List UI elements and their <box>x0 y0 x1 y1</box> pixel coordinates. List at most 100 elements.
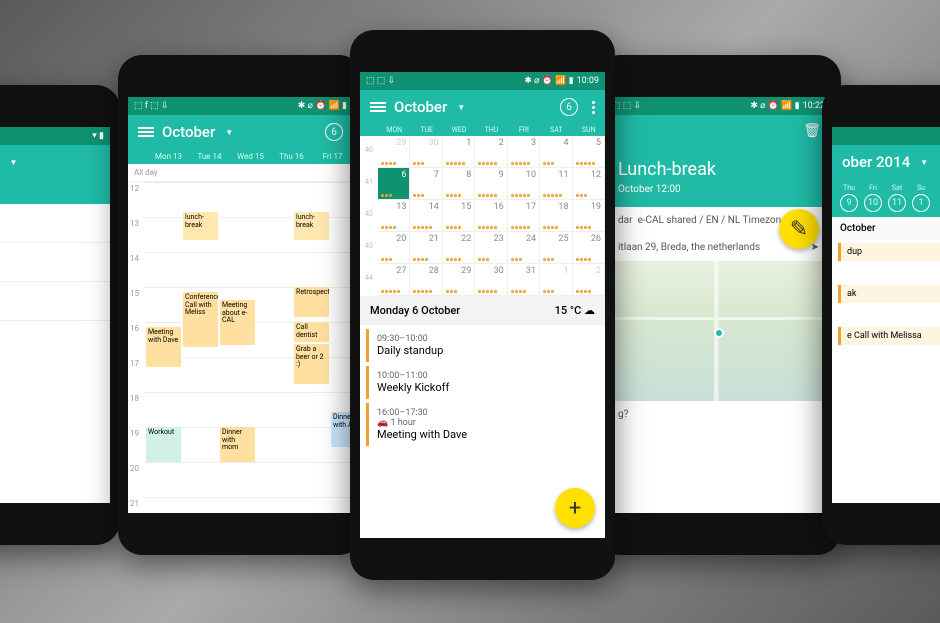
fab-edit[interactable]: ✎ <box>779 209 819 249</box>
agenda-slot[interactable]: e Call with Melissa <box>838 327 940 345</box>
calendar-day[interactable]: 9 <box>475 168 507 200</box>
calendar-day[interactable]: 21 <box>410 232 442 264</box>
calendar-event[interactable]: Grab a beer or 2 :) <box>294 344 329 384</box>
calendar-day[interactable]: 30 <box>410 136 442 168</box>
status-bar: ▮ <box>832 127 940 145</box>
chevron-down-icon[interactable]: ▼ <box>9 158 17 167</box>
question-row: g? <box>606 401 831 428</box>
agenda-item[interactable]: 10:00–11:00Weekly Kickoff <box>366 366 599 399</box>
calendar-day[interactable]: 10 <box>508 168 540 200</box>
agenda-item[interactable]: 09:30–10:00Daily standup <box>366 329 599 362</box>
calendar-day[interactable]: 25 <box>540 232 572 264</box>
status-bar: ▢ ▢▾ ▮ <box>0 127 110 145</box>
status-bar: ⬚ f ⬚ ⇩✱ ⌀ ⏰ 📶 ▮ <box>128 97 353 115</box>
calendar-day[interactable]: 12 <box>573 168 605 200</box>
chevron-down-icon[interactable]: ▼ <box>225 128 233 137</box>
agenda-slot[interactable]: ak <box>838 285 940 303</box>
event-title: Lunch-break <box>618 159 819 180</box>
calendar-day[interactable]: 28 <box>410 264 442 296</box>
calendar-day[interactable]: 27 <box>378 264 410 296</box>
calendar-day[interactable]: 11 <box>540 168 572 200</box>
agenda-item[interactable]: 16:00–17:30🚗 1 hourMeeting with Dave <box>366 403 599 446</box>
calendar-day[interactable]: 3 <box>508 136 540 168</box>
today-badge[interactable]: 6 <box>560 98 578 116</box>
app-bar: ober 2014 ▼ 6 <box>832 145 940 179</box>
tab-bar: ALL TODO <box>0 180 110 204</box>
calendar-event[interactable]: Dinner with mom <box>220 427 255 462</box>
calendar-day[interactable]: 8 <box>443 168 475 200</box>
agenda-date: Monday 6 October <box>370 304 460 317</box>
menu-icon[interactable] <box>138 127 154 137</box>
phone-todo: ▢ ▢▾ ▮ 2do at home ▼ ALL TODO Do the dis… <box>0 85 120 545</box>
calendar-day[interactable]: 29 <box>443 264 475 296</box>
todo-item[interactable]: Do the dishessvoosten@e-sites.nl <box>0 204 110 243</box>
calendar-day[interactable]: 14 <box>410 200 442 232</box>
todo-item[interactable]: Buy flowerssvoosten@e-sites.nl <box>0 282 110 321</box>
calendar-day[interactable]: 24 <box>508 232 540 264</box>
phone-agenda: ▮ ober 2014 ▼ 6 Thu9 Fri10 Sat11 Su1 Octobe… <box>822 85 940 545</box>
todo-item[interactable]: Clean the carsvoosten@e-sites.nl <box>0 243 110 282</box>
map-preview[interactable] <box>606 261 831 401</box>
app-bar: 2do at home ▼ <box>0 145 110 180</box>
calendar-day[interactable]: 23 <box>475 232 507 264</box>
calendar-day[interactable]: 4 <box>540 136 572 168</box>
app-bar: 🗑 <box>606 115 831 147</box>
weekday-header: MONTUEWEDTHUFRISATSUN <box>360 124 605 136</box>
calendar-day[interactable]: 7 <box>410 168 442 200</box>
status-bar: ⬚ ⬚ ⇩✱ ⌀ ⏰ 📶 ▮ 10:22 <box>606 97 831 115</box>
calendar-day[interactable]: 31 <box>508 264 540 296</box>
calendar-day[interactable]: 16 <box>475 200 507 232</box>
app-bar: October ▼ 6 <box>128 115 353 149</box>
month-title[interactable]: October <box>394 98 447 116</box>
calendar-event[interactable]: Conference Call with Meliss <box>183 292 218 347</box>
month-title[interactable]: ober 2014 <box>842 153 910 171</box>
calendar-day[interactable]: 2 <box>573 264 605 296</box>
calendar-day[interactable]: 2 <box>475 136 507 168</box>
calendar-day[interactable]: 15 <box>443 200 475 232</box>
calendar-event[interactable]: lunch-break <box>183 212 218 240</box>
calendar-event[interactable]: Meeting about e-CAL <box>220 300 255 345</box>
calendar-event[interactable]: Meeting with Dave <box>146 327 181 367</box>
calendar-day[interactable]: 29 <box>378 136 410 168</box>
fab-add[interactable]: + <box>555 488 595 528</box>
calendar-day[interactable]: 5 <box>573 136 605 168</box>
weekday-header: Mon 13Tue 14Wed 15Thu 16Fri 17 <box>128 149 353 164</box>
calendar-day[interactable]: 22 <box>443 232 475 264</box>
calendar-event[interactable]: Call dentist <box>294 322 329 342</box>
calendar-day[interactable]: 1 <box>540 264 572 296</box>
calendar-day[interactable]: 13 <box>378 200 410 232</box>
day-chip[interactable]: Thu9 <box>840 184 858 212</box>
calendar-event[interactable]: Retrospective <box>294 287 329 317</box>
map-pin-icon <box>714 328 724 338</box>
calendar-day[interactable]: 1 <box>443 136 475 168</box>
weather: 15 °C ☁ <box>555 304 595 317</box>
menu-icon[interactable] <box>370 102 386 112</box>
month-title[interactable]: October <box>162 123 215 141</box>
section-header: October <box>832 217 940 240</box>
calendar-day[interactable]: 20 <box>378 232 410 264</box>
event-header: Lunch-break October 12:00 <box>606 147 831 207</box>
day-selector[interactable]: Thu9 Fri10 Sat11 Su1 <box>832 179 940 217</box>
trash-icon[interactable]: 🗑 <box>803 123 821 139</box>
calendar-day[interactable]: 30 <box>475 264 507 296</box>
calendar-day[interactable]: 19 <box>573 200 605 232</box>
phone-month: ⬚ ⬚ ⇩✱ ⌀ ⏰ 📶 ▮ 10:09 October ▼ 6 MONTUEW… <box>350 30 615 580</box>
overflow-icon[interactable] <box>592 101 595 114</box>
day-chip[interactable]: Fri10 <box>864 184 882 212</box>
calendar-day[interactable]: 17 <box>508 200 540 232</box>
phone-week: ⬚ f ⬚ ⇩✱ ⌀ ⏰ 📶 ▮ October ▼ 6 Mon 13Tue 1… <box>118 55 363 555</box>
agenda-slot[interactable]: dup <box>838 243 940 261</box>
calendar-day[interactable]: 6 <box>378 168 410 200</box>
chevron-down-icon[interactable]: ▼ <box>920 158 928 167</box>
today-badge[interactable]: 6 <box>325 123 343 141</box>
app-bar: October ▼ 6 <box>360 90 605 124</box>
calendar-day[interactable]: 26 <box>573 232 605 264</box>
week-grid[interactable]: 12131415161718192021lunch-breaklunch-bre… <box>128 182 353 513</box>
day-chip[interactable]: Sat11 <box>888 184 906 212</box>
calendar-day[interactable]: 18 <box>540 200 572 232</box>
calendar-event[interactable]: Workout <box>146 427 181 462</box>
month-grid[interactable]: 4029301234541678910111242131415161718194… <box>360 136 605 296</box>
chevron-down-icon[interactable]: ▼ <box>457 103 465 112</box>
calendar-event[interactable]: lunch-break <box>294 212 329 240</box>
day-chip[interactable]: Su1 <box>912 184 930 212</box>
